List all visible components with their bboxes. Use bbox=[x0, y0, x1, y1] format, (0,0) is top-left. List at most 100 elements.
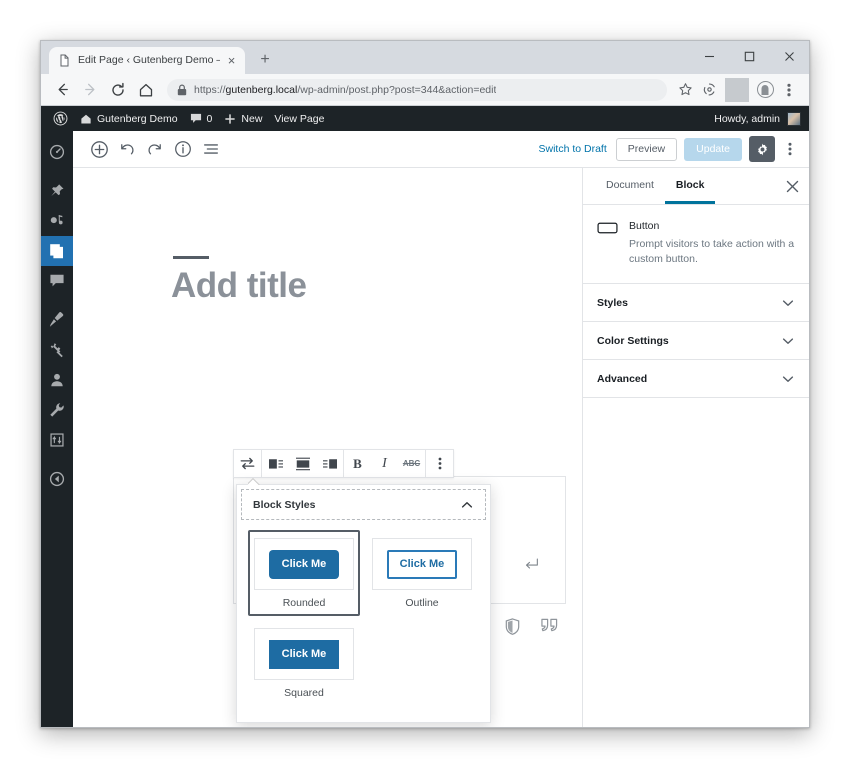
sidebar-item-posts[interactable] bbox=[41, 176, 73, 206]
block-placeholder-icons bbox=[505, 618, 558, 640]
tab-block[interactable]: Block bbox=[664, 168, 716, 204]
block-editor: Switch to Draft Preview Update Add title… bbox=[73, 131, 809, 727]
block-styles-list: Click Me Rounded Click Me Outline Click … bbox=[237, 520, 490, 722]
sidebar-item-settings[interactable] bbox=[41, 425, 73, 455]
wp-admin-menu bbox=[41, 131, 73, 727]
window-maximize-button[interactable] bbox=[729, 41, 769, 71]
block-toolbar: B I ABC bbox=[233, 449, 454, 478]
switch-to-draft-button[interactable]: Switch to Draft bbox=[530, 143, 616, 155]
enter-arrow-icon bbox=[524, 557, 539, 577]
post-title-placeholder[interactable]: Add title bbox=[171, 265, 307, 307]
sample-button: Click Me bbox=[268, 549, 340, 579]
sidebar-item-appearance[interactable] bbox=[41, 305, 73, 335]
sidebar-item-comments[interactable] bbox=[41, 266, 73, 296]
howdy-label: Howdy, admin bbox=[714, 112, 780, 125]
forward-button[interactable] bbox=[77, 77, 103, 103]
align-center-icon[interactable] bbox=[289, 450, 316, 477]
style-preview: Click Me bbox=[254, 538, 354, 590]
plus-icon bbox=[224, 113, 236, 125]
comments-count: 0 bbox=[206, 112, 213, 125]
bold-icon[interactable]: B bbox=[344, 450, 371, 477]
new-tab-button[interactable]: + bbox=[252, 47, 278, 73]
change-block-type-icon[interactable] bbox=[234, 450, 261, 477]
browser-tab[interactable]: Edit Page ‹ Gutenberg Demo — \ × bbox=[49, 47, 245, 74]
add-block-icon[interactable] bbox=[85, 135, 113, 163]
style-preview: Click Me bbox=[254, 628, 354, 680]
align-left-icon[interactable] bbox=[262, 450, 289, 477]
quote-icon[interactable] bbox=[541, 618, 558, 640]
toolbar-divider bbox=[725, 77, 749, 102]
sidebar-item-collapse-menu[interactable] bbox=[41, 464, 73, 494]
panel-label: Color Settings bbox=[597, 334, 669, 347]
chevron-up-icon[interactable] bbox=[460, 498, 474, 512]
extension-icon[interactable] bbox=[697, 78, 721, 102]
chevron-down-icon bbox=[781, 334, 795, 348]
close-tab-icon[interactable]: × bbox=[224, 53, 239, 68]
window-minimize-button[interactable] bbox=[689, 41, 729, 71]
settings-gear-icon[interactable] bbox=[749, 136, 775, 162]
panel-color-settings[interactable]: Color Settings bbox=[583, 322, 809, 360]
browser-tabstrip: Edit Page ‹ Gutenberg Demo — \ × + bbox=[41, 41, 809, 74]
block-styles-title: Block Styles bbox=[253, 498, 316, 511]
browser-window: Edit Page ‹ Gutenberg Demo — \ × + https… bbox=[40, 40, 810, 728]
window-controls bbox=[689, 41, 809, 71]
block-style-label: Rounded bbox=[282, 597, 326, 609]
sidebar-item-pages[interactable] bbox=[41, 236, 73, 266]
profile-icon[interactable] bbox=[753, 78, 777, 102]
comments-link[interactable]: 0 bbox=[184, 106, 219, 131]
account-menu[interactable]: Howdy, admin bbox=[714, 111, 809, 126]
sidebar-item-users[interactable] bbox=[41, 365, 73, 395]
bookmark-star-icon[interactable] bbox=[673, 78, 697, 102]
block-style-squared[interactable]: Click Me Squared bbox=[248, 620, 360, 706]
sidebar-item-media[interactable] bbox=[41, 206, 73, 236]
settings-sidebar: Document Block Button Prompt visitors to… bbox=[582, 168, 809, 727]
tab-document[interactable]: Document bbox=[595, 168, 665, 204]
italic-icon[interactable]: I bbox=[371, 450, 398, 477]
new-content-link[interactable]: New bbox=[218, 106, 268, 131]
wp-admin-body: Switch to Draft Preview Update Add title… bbox=[41, 131, 809, 727]
address-bar[interactable]: https://gutenberg.local/wp-admin/post.ph… bbox=[167, 78, 667, 101]
chevron-down-icon bbox=[781, 372, 795, 386]
wp-admin-bar: Gutenberg Demo 0 New View Page Howdy, ad… bbox=[41, 106, 809, 131]
block-style-rounded[interactable]: Click Me Rounded bbox=[248, 530, 360, 616]
preview-button[interactable]: Preview bbox=[615, 137, 678, 161]
update-button[interactable]: Update bbox=[684, 137, 742, 161]
panel-advanced[interactable]: Advanced bbox=[583, 360, 809, 398]
shield-icon[interactable] bbox=[505, 618, 520, 640]
content-info-icon[interactable] bbox=[169, 135, 197, 163]
more-options-icon[interactable] bbox=[777, 136, 803, 162]
editor-canvas[interactable]: Add title B I ABC Block Styles Click Me … bbox=[73, 168, 582, 727]
panel-styles[interactable]: Styles bbox=[583, 284, 809, 322]
close-sidebar-icon[interactable] bbox=[779, 173, 805, 199]
style-preview: Click Me bbox=[372, 538, 472, 590]
block-styles-header[interactable]: Block Styles bbox=[241, 489, 486, 520]
block-styles-popover: Block Styles Click Me Rounded Click Me O… bbox=[236, 484, 491, 723]
block-navigation-icon[interactable] bbox=[197, 135, 225, 163]
sample-button: Click Me bbox=[268, 639, 340, 669]
strikethrough-icon[interactable]: ABC bbox=[398, 450, 425, 477]
browser-menu-icon[interactable] bbox=[777, 78, 801, 102]
sidebar-item-dashboard[interactable] bbox=[41, 137, 73, 167]
page-viewport: Gutenberg Demo 0 New View Page Howdy, ad… bbox=[41, 106, 809, 727]
undo-icon[interactable] bbox=[113, 135, 141, 163]
block-style-outline[interactable]: Click Me Outline bbox=[366, 530, 478, 616]
window-close-button[interactable] bbox=[769, 41, 809, 71]
align-right-icon[interactable] bbox=[316, 450, 343, 477]
home-button[interactable] bbox=[133, 77, 159, 103]
sidebar-item-plugins[interactable] bbox=[41, 335, 73, 365]
wordpress-logo-icon[interactable] bbox=[47, 106, 74, 131]
redo-icon[interactable] bbox=[141, 135, 169, 163]
popover-arrow bbox=[248, 478, 260, 485]
title-divider bbox=[173, 256, 209, 259]
browser-toolbar: https://gutenberg.local/wp-admin/post.ph… bbox=[41, 74, 809, 106]
sample-button: Click Me bbox=[386, 549, 458, 579]
editor-header: Switch to Draft Preview Update bbox=[73, 131, 809, 168]
site-name-link[interactable]: Gutenberg Demo bbox=[74, 106, 184, 131]
url-path: /wp-admin/post.php?post=344&action=edit bbox=[297, 83, 497, 96]
reload-button[interactable] bbox=[105, 77, 131, 103]
sidebar-item-tools[interactable] bbox=[41, 395, 73, 425]
back-button[interactable] bbox=[49, 77, 75, 103]
more-rich-text-icon[interactable] bbox=[426, 450, 453, 477]
sidebar-tabs: Document Block bbox=[583, 168, 809, 205]
view-page-link[interactable]: View Page bbox=[268, 106, 330, 131]
